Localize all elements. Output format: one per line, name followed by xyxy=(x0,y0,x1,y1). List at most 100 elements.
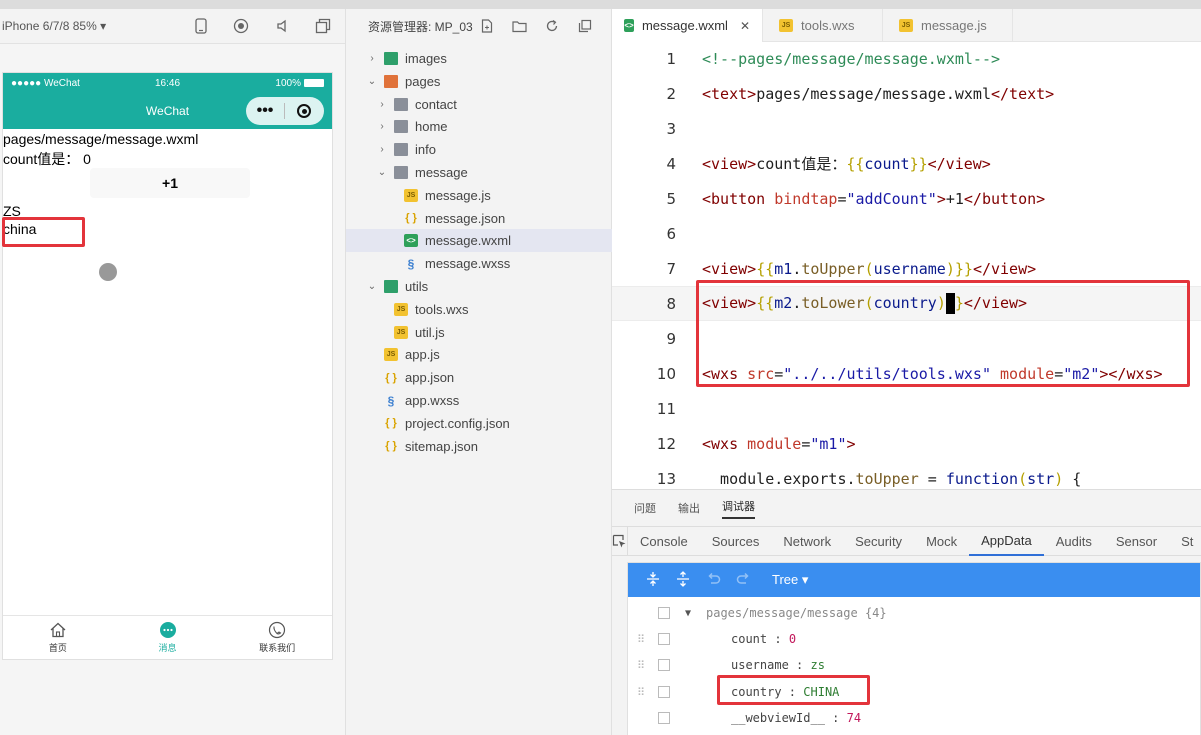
code-line: 12 <wxs module="m1"> xyxy=(612,426,1201,461)
tree-item[interactable]: { } app.json xyxy=(346,366,612,389)
collapse-all-icon[interactable] xyxy=(577,18,593,34)
sound-icon[interactable] xyxy=(274,17,292,35)
tree-item-label: images xyxy=(405,51,447,66)
view-mode-dropdown[interactable]: Tree ▾ xyxy=(772,572,808,588)
new-folder-icon[interactable] xyxy=(511,18,527,34)
refresh-icon[interactable] xyxy=(544,18,560,34)
expand-all-icon[interactable] xyxy=(638,571,668,590)
tree-item[interactable]: › info xyxy=(346,138,612,161)
folder-icon xyxy=(394,143,408,157)
drag-handle-icon[interactable]: ⠿ xyxy=(637,659,645,672)
tree-item[interactable]: ⌄ pages xyxy=(346,70,612,93)
appdata-row[interactable]: __webviewId__ : 74 xyxy=(628,705,1200,731)
tab-message-wxml[interactable]: <> message.wxml ✕ xyxy=(612,9,763,42)
status-time: 16:46 xyxy=(155,77,181,89)
devtab-network[interactable]: Network xyxy=(771,526,843,556)
drag-handle-icon[interactable]: ⠿ xyxy=(637,686,645,699)
inspect-element-icon[interactable] xyxy=(612,526,628,556)
appdata-value[interactable]: 74 xyxy=(847,711,861,725)
explorer-header: 资源管理器: MP_03 xyxy=(346,9,611,44)
chevron-icon[interactable]: › xyxy=(376,99,388,110)
tree-item[interactable]: › images xyxy=(346,47,612,70)
appdata-root-row[interactable]: ▼ pages/message/message {4} xyxy=(628,600,1200,626)
tree-item[interactable]: › contact xyxy=(346,93,612,116)
tree-item[interactable]: { } message.json xyxy=(346,207,612,230)
chevron-icon[interactable]: ⌄ xyxy=(366,76,378,87)
more-icon[interactable]: ••• xyxy=(246,103,284,119)
tree-item[interactable]: ⌄ utils xyxy=(346,275,612,298)
appdata-row[interactable]: ⠿ username : zs xyxy=(628,652,1200,678)
highlight-box-country xyxy=(2,217,85,247)
file-explorer: 资源管理器: MP_03 › images ⌄ pages › contact › home ›… xyxy=(345,9,612,735)
chevron-icon[interactable]: › xyxy=(366,53,378,64)
battery-percent: 100% xyxy=(275,77,301,89)
tab-contact[interactable]: 联系我们 xyxy=(222,616,332,659)
device-selector[interactable]: iPhone 6/7/8 85% ▾ xyxy=(2,19,162,33)
devtab-audits[interactable]: Audits xyxy=(1044,526,1104,556)
expand-triangle-icon[interactable]: ▼ xyxy=(685,608,691,619)
devtab-sensor[interactable]: Sensor xyxy=(1104,526,1169,556)
tree-item[interactable]: JS util.js xyxy=(346,321,612,344)
tree-item[interactable]: ⌄ message xyxy=(346,161,612,184)
row-checkbox[interactable] xyxy=(658,686,670,698)
tree-item[interactable]: { } sitemap.json xyxy=(346,435,612,458)
redo-icon[interactable] xyxy=(728,572,758,589)
tab-message-js[interactable]: JS message.js xyxy=(883,9,1013,42)
tree-item[interactable]: › home xyxy=(346,115,612,138)
tree-item[interactable]: § message.wxss xyxy=(346,252,612,275)
devtab-mock[interactable]: Mock xyxy=(914,526,969,556)
popout-icon[interactable] xyxy=(314,17,332,35)
close-icon[interactable]: ✕ xyxy=(740,19,750,33)
chevron-icon[interactable]: ⌄ xyxy=(376,167,388,178)
appdata-row[interactable]: ⠿ country : CHINA xyxy=(628,679,1200,705)
phone-icon[interactable] xyxy=(192,17,210,35)
add-count-button[interactable]: +1 xyxy=(90,168,250,198)
close-mini-program-icon[interactable] xyxy=(285,104,323,118)
tree-item[interactable]: JS app.js xyxy=(346,343,612,366)
tab-tools-wxs[interactable]: JS tools.wxs xyxy=(763,9,883,42)
tab-message[interactable]: 消息 xyxy=(113,616,223,659)
devtab-storage[interactable]: St xyxy=(1169,526,1201,556)
json-file-icon: { } xyxy=(385,440,397,453)
appdata-view: Tree ▾ ▼ pages/message/message {4} ⠿ cou… xyxy=(627,562,1201,735)
row-checkbox[interactable] xyxy=(658,712,670,724)
tab-problems[interactable]: 问题 xyxy=(634,500,656,516)
page-path-text: pages/message/message.wxml xyxy=(3,131,199,147)
row-checkbox[interactable] xyxy=(658,633,670,645)
new-file-icon[interactable] xyxy=(479,18,495,34)
tree-item[interactable]: { } project.config.json xyxy=(346,412,612,435)
tree-item-label: message.js xyxy=(425,187,491,203)
devtab-console[interactable]: Console xyxy=(628,526,700,556)
appdata-value[interactable]: 0 xyxy=(789,632,796,646)
tab-home-label: 首页 xyxy=(48,643,67,653)
tab-home[interactable]: 首页 xyxy=(3,616,113,659)
line-number: 2 xyxy=(666,84,676,103)
row-checkbox[interactable] xyxy=(658,607,670,619)
collapse-all-icon[interactable] xyxy=(668,570,698,590)
appdata-value[interactable]: zs xyxy=(810,658,824,672)
line-number: 4 xyxy=(666,154,676,173)
chevron-icon[interactable]: › xyxy=(376,121,388,132)
debug-panel: 问题 输出 调试器 Console Sources Network Securi… xyxy=(612,489,1201,735)
tree-item-label: app.js xyxy=(405,347,440,363)
tree-item[interactable]: <> message.wxml xyxy=(346,229,612,253)
undo-icon[interactable] xyxy=(698,572,728,589)
record-icon[interactable] xyxy=(232,17,250,35)
row-checkbox[interactable] xyxy=(658,659,670,671)
devtab-sources[interactable]: Sources xyxy=(700,526,772,556)
tree-item[interactable]: JS message.js xyxy=(346,184,612,207)
line-number: 12 xyxy=(656,434,676,453)
devtab-appdata[interactable]: AppData xyxy=(969,526,1044,556)
drag-handle-icon[interactable]: ⠿ xyxy=(637,633,645,646)
devtab-security[interactable]: Security xyxy=(843,526,914,556)
tree-item[interactable]: § app.wxss xyxy=(346,389,612,412)
tab-debugger[interactable]: 调试器 xyxy=(722,498,755,519)
devtools-tabs: Console Sources Network Security Mock Ap… xyxy=(612,526,1201,556)
js-file-icon: JS xyxy=(404,188,418,202)
tab-output[interactable]: 输出 xyxy=(678,500,700,516)
appdata-row[interactable]: ⠿ count : 0 xyxy=(628,626,1200,652)
tree-item[interactable]: JS tools.wxs xyxy=(346,298,612,321)
tree-item-label: sitemap.json xyxy=(405,438,478,454)
chevron-icon[interactable]: ⌄ xyxy=(366,281,378,292)
chevron-icon[interactable]: › xyxy=(376,144,388,155)
